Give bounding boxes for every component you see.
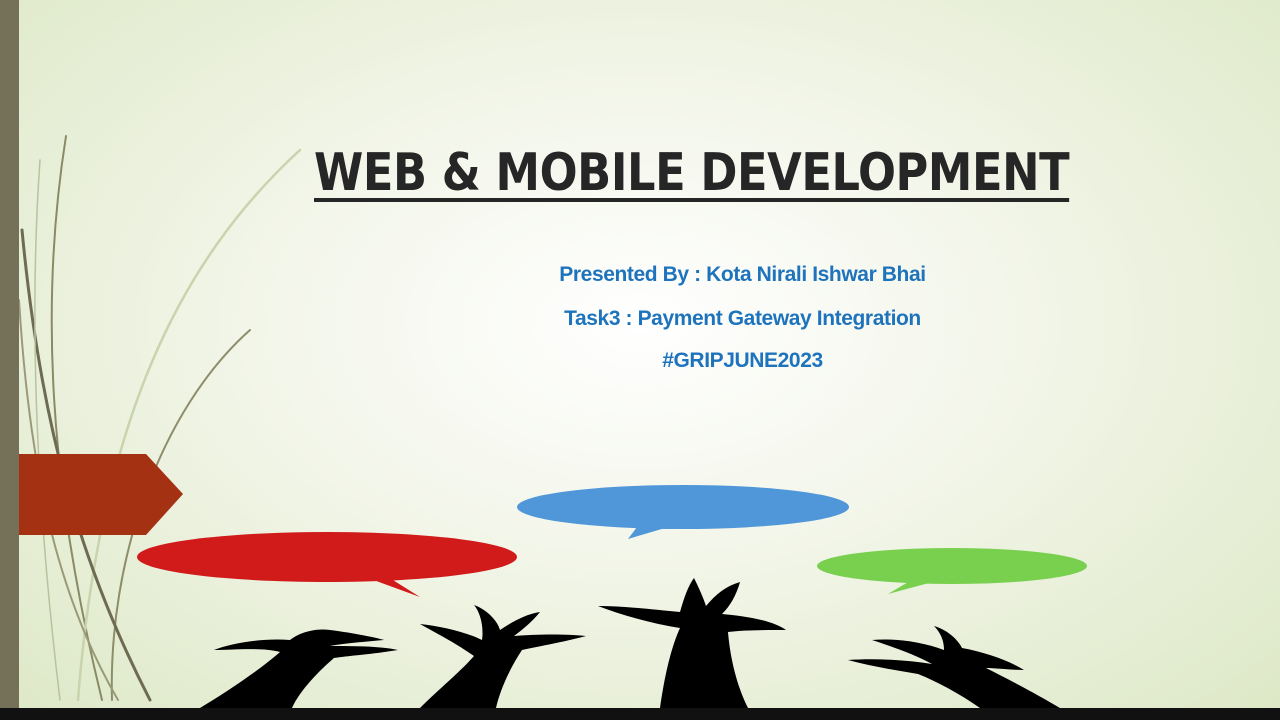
- speech-bubble-red: [137, 532, 517, 597]
- left-accent-bar: [0, 0, 19, 720]
- arrow-tab-shape: [0, 454, 183, 535]
- raised-hands-silhouette: [200, 578, 1060, 708]
- task-line: Task3 : Payment Gateway Integration: [564, 307, 921, 330]
- speech-bubble-blue: [517, 485, 849, 539]
- slide-title: WEB & MOBILE DEVELOPMENT: [314, 143, 1070, 203]
- grass-blades: [18, 135, 302, 702]
- presenter-line: Presented By : Kota Nirali Ishwar Bhai: [559, 263, 926, 286]
- speech-bubble-green: [817, 548, 1087, 594]
- bottom-ground-bar: [0, 708, 1280, 720]
- hashtag-line: #GRIPJUNE2023: [662, 349, 823, 372]
- title-slide: WEB & MOBILE DEVELOPMENT Presented By : …: [0, 0, 1280, 720]
